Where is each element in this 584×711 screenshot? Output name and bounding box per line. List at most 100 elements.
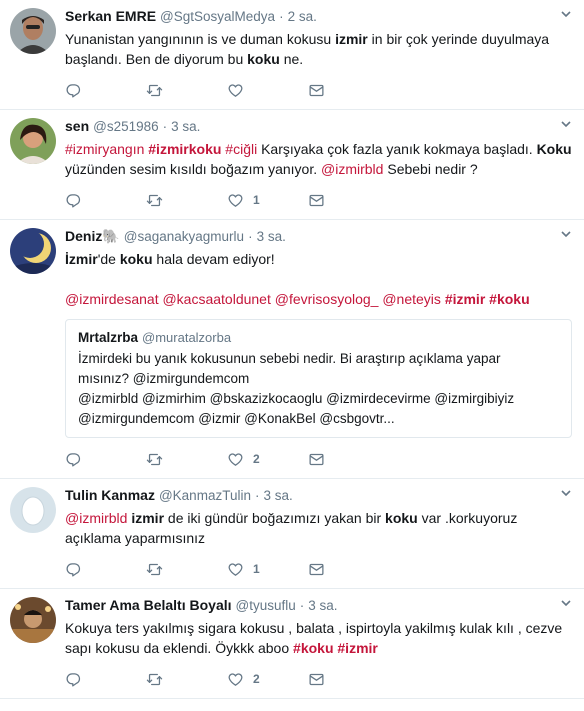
quoted-text-line: @izmirbld @izmirhim @bskazizkocaoglu @iz… bbox=[78, 391, 515, 406]
reply-button[interactable] bbox=[65, 671, 146, 688]
like-count: 1 bbox=[253, 562, 260, 576]
quoted-author-name: Mrtalzrba bbox=[78, 330, 139, 345]
avatar[interactable] bbox=[10, 487, 56, 533]
text-segment: açıklama yaparmısınız bbox=[65, 530, 206, 546]
retweet-icon bbox=[146, 671, 163, 688]
tweet[interactable]: sen @s251986 · 3 sa. #izmiryangın #izmirkoku… bbox=[0, 110, 584, 220]
envelope-icon bbox=[308, 671, 325, 688]
highlighted-keyword: izmir bbox=[131, 510, 165, 526]
separator: · bbox=[162, 119, 168, 134]
chevron-down-icon[interactable] bbox=[560, 8, 572, 23]
chevron-down-icon[interactable] bbox=[560, 597, 572, 612]
author-name[interactable]: sen bbox=[65, 118, 89, 134]
separator: · bbox=[279, 9, 284, 24]
retweet-icon bbox=[146, 561, 163, 578]
chevron-down-icon[interactable] bbox=[560, 228, 572, 243]
text-segment: başlandı. Ben de diyorum bu bbox=[65, 51, 248, 67]
tweet-text-line: @izmirdesanat @kacsaatoldunet @fevrisosy… bbox=[65, 289, 572, 309]
author-handle[interactable]: @saganakyagmurlu bbox=[124, 229, 244, 244]
retweet-button[interactable] bbox=[146, 451, 227, 468]
quoted-tweet[interactable]: Mrtalzrba @muratalzorba İzmirdeki bu yanık… bbox=[65, 319, 572, 438]
author-name[interactable]: Serkan EMRE bbox=[65, 8, 156, 24]
hashtag-link[interactable]: #koku bbox=[293, 640, 333, 656]
avatar[interactable] bbox=[10, 597, 56, 643]
envelope-icon bbox=[308, 82, 325, 99]
timestamp[interactable]: 3 sa. bbox=[263, 488, 292, 503]
author-name[interactable]: Tulin Kanmaz bbox=[65, 487, 155, 503]
heart-icon bbox=[227, 451, 244, 468]
tweet-text-line: @izmirbld izmir de iki gündür boğazımızı… bbox=[65, 508, 572, 528]
quoted-text-line: mısınız? @izmirgundemcom bbox=[78, 371, 250, 386]
tweet[interactable]: Tulin Kanmaz @KanmazTulin · 3 sa. @izmirbld … bbox=[0, 479, 584, 589]
mention-link[interactable]: @izmirdesanat bbox=[65, 291, 159, 307]
timestamp[interactable]: 2 sa. bbox=[288, 9, 317, 24]
like-button[interactable] bbox=[227, 82, 308, 99]
timestamp[interactable]: 3 sa. bbox=[171, 119, 200, 134]
author-handle[interactable]: @tyusuflu bbox=[236, 598, 296, 613]
mention-link[interactable]: @kacsaatoldunet bbox=[162, 291, 270, 307]
hashtag-link[interactable]: #izmir bbox=[337, 640, 377, 656]
chevron-down-icon[interactable] bbox=[560, 118, 572, 133]
like-button[interactable]: 2 bbox=[227, 451, 308, 468]
like-button[interactable]: 1 bbox=[227, 192, 308, 209]
tweet-header: sen @s251986 · 3 sa. bbox=[65, 118, 572, 136]
direct-message-button[interactable] bbox=[308, 561, 389, 578]
mention-link[interactable]: @fevrisosyolog_ bbox=[275, 291, 379, 307]
mention-link[interactable]: @neteyis bbox=[382, 291, 441, 307]
text-segment: var .korkuyoruz bbox=[417, 510, 518, 526]
author-handle[interactable]: @s251986 bbox=[93, 119, 159, 134]
tweet[interactable]: Serkan EMRE @SgtSosyalMedya · 2 sa. Yunanist… bbox=[0, 0, 584, 110]
direct-message-button[interactable] bbox=[308, 82, 389, 99]
reply-button[interactable] bbox=[65, 192, 146, 209]
highlighted-keyword: koku bbox=[247, 51, 280, 67]
hashtag-link[interactable]: #izmirkoku bbox=[148, 141, 221, 157]
envelope-icon bbox=[308, 192, 325, 209]
retweet-button[interactable] bbox=[146, 82, 227, 99]
tweet-text: İzmir'de koku hala devam ediyor! @izmirde… bbox=[65, 249, 572, 309]
tweet-feed: Serkan EMRE @SgtSosyalMedya · 2 sa. Yunanist… bbox=[0, 0, 584, 699]
avatar[interactable] bbox=[10, 118, 56, 164]
text-segment: de iki gündür boğazımızı yakan bir bbox=[164, 510, 386, 526]
mention-link[interactable]: @izmirbld bbox=[321, 161, 383, 177]
like-button[interactable]: 1 bbox=[227, 561, 308, 578]
author-handle[interactable]: @KanmazTulin bbox=[159, 488, 251, 503]
retweet-button[interactable] bbox=[146, 561, 227, 578]
tweet-text: #izmiryangın #izmirkoku #ciğli Karşıyaka… bbox=[65, 139, 572, 179]
direct-message-button[interactable] bbox=[308, 671, 389, 688]
hashtag-link[interactable]: #koku bbox=[489, 291, 529, 307]
reply-button[interactable] bbox=[65, 561, 146, 578]
like-button[interactable]: 2 bbox=[227, 671, 308, 688]
hashtag-link[interactable]: #izmir bbox=[445, 291, 485, 307]
tweet[interactable]: Deniz🐘 @saganakyagmurlu · 3 sa. İzmir'de kok… bbox=[0, 220, 584, 479]
author-name[interactable]: Tamer Ama Belaltı Boyalı bbox=[65, 597, 232, 613]
author-handle[interactable]: @SgtSosyalMedya bbox=[160, 9, 275, 24]
like-count: 2 bbox=[253, 452, 260, 466]
direct-message-button[interactable] bbox=[308, 451, 389, 468]
timestamp[interactable]: 3 sa. bbox=[308, 598, 337, 613]
avatar[interactable] bbox=[10, 228, 56, 274]
highlighted-keyword: koku bbox=[385, 510, 418, 526]
avatar[interactable] bbox=[10, 8, 56, 54]
timestamp[interactable]: 3 sa. bbox=[257, 229, 286, 244]
heart-icon bbox=[227, 82, 244, 99]
quoted-tweet-header: Mrtalzrba @muratalzorba bbox=[78, 330, 559, 345]
hashtag-link[interactable]: #izmiryangın bbox=[65, 141, 144, 157]
tweet[interactable]: Tamer Ama Belaltı Boyalı @tyusuflu · 3 sa. K… bbox=[0, 589, 584, 699]
text-segment: in bir çok yerinde duyulmaya bbox=[367, 31, 550, 47]
tweet-text: Kokuya ters yakılmış sigara kokusu , bal… bbox=[65, 618, 572, 658]
tweet-text-line: sapı kokusu da eklendi. Öykkk aboo #koku… bbox=[65, 638, 572, 658]
chevron-down-icon[interactable] bbox=[560, 487, 572, 502]
retweet-button[interactable] bbox=[146, 192, 227, 209]
tweet-text: @izmirbld izmir de iki gündür boğazımızı… bbox=[65, 508, 572, 548]
reply-icon bbox=[65, 82, 82, 99]
direct-message-button[interactable] bbox=[308, 192, 389, 209]
reply-button[interactable] bbox=[65, 451, 146, 468]
reply-button[interactable] bbox=[65, 82, 146, 99]
hashtag-link[interactable]: #ciğli bbox=[225, 141, 257, 157]
mention-link[interactable]: @izmirbld bbox=[65, 510, 127, 526]
like-count: 1 bbox=[253, 193, 260, 207]
quoted-text-line: İzmirdeki bu yanık kokusunun sebebi nedi… bbox=[78, 351, 501, 366]
text-segment: ne. bbox=[279, 51, 304, 67]
retweet-button[interactable] bbox=[146, 671, 227, 688]
author-name[interactable]: Deniz🐘 bbox=[65, 228, 120, 245]
